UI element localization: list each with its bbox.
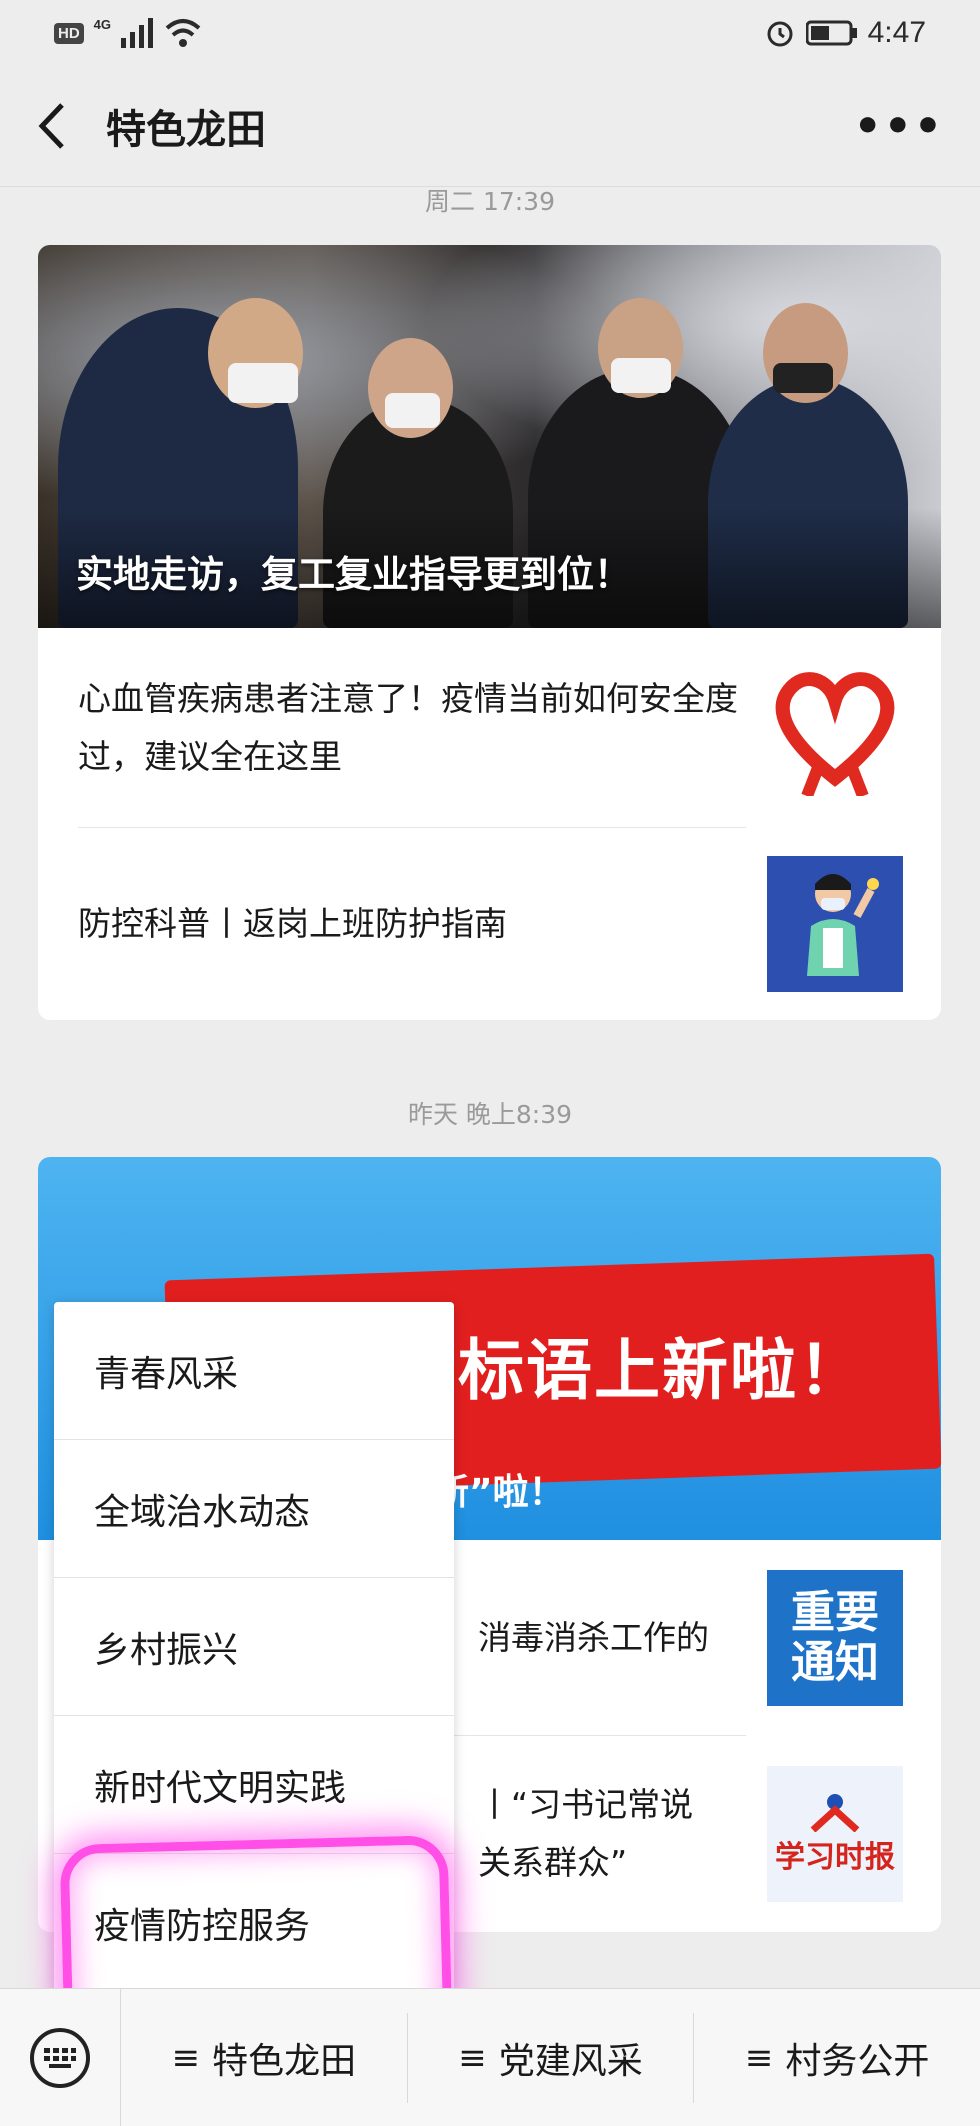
status-bar: HD 4G 4:47 [0, 0, 980, 66]
important-notice-thumbnail: 重要 通知 [767, 1570, 903, 1706]
study-times-logo-icon [810, 1794, 860, 1832]
clock: 4:47 [867, 16, 926, 49]
menu-lines-icon: ≡ [458, 2037, 487, 2078]
article-row[interactable]: 心血管疾病患者注意了！疫情当前如何安全度过，建议全在这里 [38, 628, 941, 828]
tab-label: 村务公开 [785, 2040, 930, 2082]
heart-ribbon-icon [775, 672, 895, 796]
keyboard-toggle-button[interactable] [0, 1989, 121, 2126]
message-timestamp: 昨天 晚上8:39 [407, 1100, 573, 1129]
article-title: 心血管疾病患者注意了！疫情当前如何安全度过，建议全在这里 [78, 679, 738, 776]
article-row[interactable]: 防控科普丨返岗上班防护指南 [38, 828, 941, 1020]
article-title-line: 关系群众” [478, 1843, 628, 1882]
menu-item-youth-style[interactable]: 青春风采 [54, 1302, 454, 1440]
newspaper-name: 学习时报 [775, 1840, 895, 1875]
banner-slogan: 标语上新啦！ [458, 1331, 866, 1409]
protection-guide-thumbnail [767, 856, 903, 992]
keyboard-icon [30, 2027, 90, 2088]
menu-tab-party-building[interactable]: ≡ 党建风采 [406, 2012, 694, 2103]
masked-worker-icon [807, 874, 879, 976]
network-type: 4G [93, 16, 112, 32]
menu-item-rural-revitalization[interactable]: 乡村振兴 [54, 1578, 454, 1716]
back-arrow-icon[interactable] [36, 96, 72, 156]
alarm-icon [767, 21, 793, 47]
wifi-icon [165, 19, 201, 47]
study-times-thumbnail: 学习时报 [767, 1766, 903, 1902]
article-title-line: 丨“习书记常说 [478, 1785, 694, 1824]
article-title: 防控科普丨返岗上班防护指南 [78, 904, 507, 943]
tab-label: 特色龙田 [212, 2040, 357, 2082]
menu-tab-tese-longtian[interactable]: ≡ 特色龙田 [121, 2013, 407, 2103]
menu-item-civilization-practice[interactable]: 新时代文明实践 [54, 1716, 454, 1854]
tab-label: 党建风采 [498, 2040, 643, 2082]
hero-article[interactable]: 实地走访，复工复业指导更到位！ [38, 245, 941, 628]
bottom-menu-bar: ≡ 特色龙田 ≡ 党建风采 ≡ 村务公开 [0, 1988, 980, 2126]
hd-badge: HD [54, 22, 84, 44]
signal-icon [121, 18, 154, 48]
hero-caption: 实地走访，复工复业指导更到位！ [76, 553, 631, 596]
menu-lines-icon: ≡ [171, 2037, 201, 2078]
status-left: HD 4G [54, 16, 201, 48]
nav-bar: 特色龙田 ••• [0, 66, 980, 186]
article-card: 实地走访，复工复业指导更到位！ 心血管疾病患者注意了！疫情当前如何安全度过，建议… [38, 245, 941, 1020]
more-options-icon[interactable]: ••• [854, 101, 944, 152]
heart-ribbon-thumbnail [767, 660, 903, 796]
menu-lines-icon: ≡ [744, 2037, 774, 2078]
notice-line: 通知 [791, 1637, 879, 1688]
menu-item-water-governance[interactable]: 全域治水动态 [54, 1440, 454, 1578]
message-timestamp: 周二 17:39 [425, 187, 555, 216]
menu-tab-village-affairs[interactable]: ≡ 村务公开 [693, 2012, 980, 2103]
notice-line: 重要 [791, 1587, 879, 1638]
page-title: 特色龙田 [106, 107, 266, 153]
status-right: 4:47 [764, 16, 926, 50]
battery-icon [805, 20, 857, 46]
